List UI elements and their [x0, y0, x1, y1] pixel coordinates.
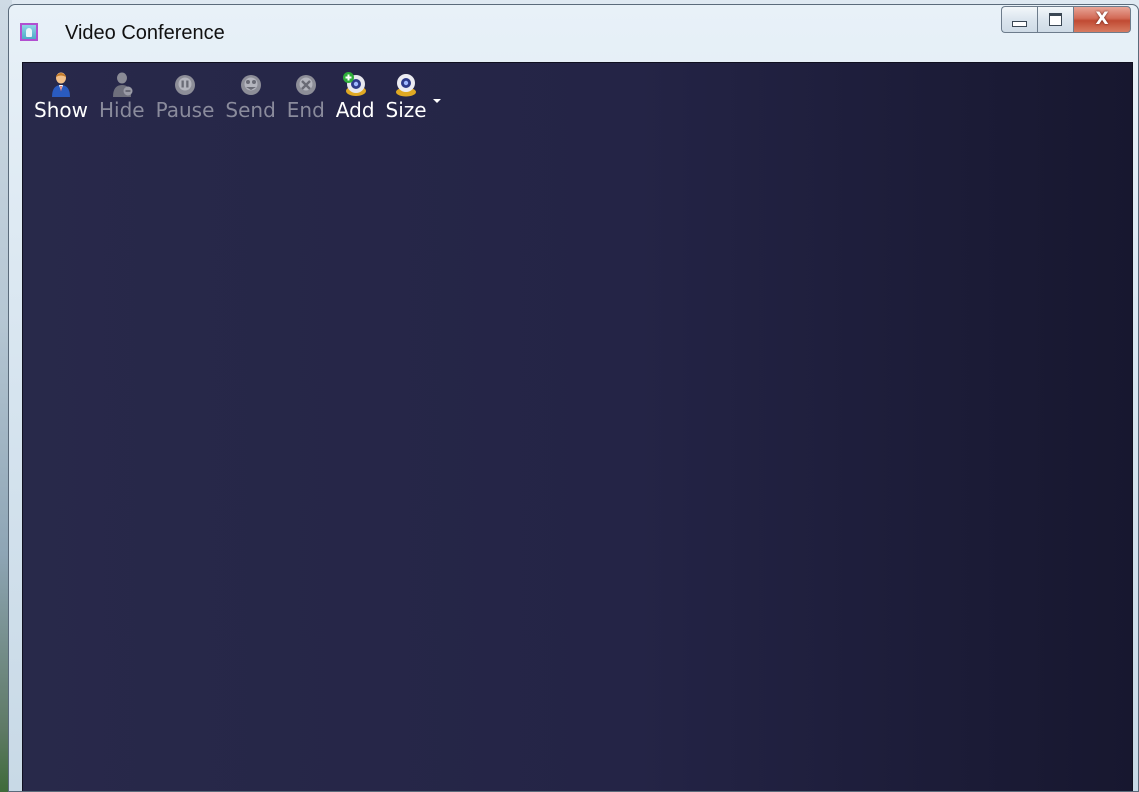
pause-label: Pause	[155, 98, 215, 122]
window-title: Video Conference	[65, 22, 225, 44]
pause-button[interactable]: Pause	[152, 69, 219, 122]
person-hide-icon	[109, 69, 135, 97]
minimize-button[interactable]	[1001, 6, 1037, 33]
video-area: Show Hide Pause Send End Add Size	[22, 62, 1133, 791]
close-icon: X	[1095, 9, 1109, 29]
maximize-icon	[1049, 13, 1062, 26]
add-label: Add	[335, 98, 375, 122]
video-conference-app-icon[interactable]	[20, 23, 38, 41]
add-contact-icon	[342, 69, 368, 97]
pause-icon	[172, 69, 198, 97]
send-button[interactable]: Send	[221, 69, 279, 122]
minimize-icon	[1012, 20, 1027, 27]
end-label: End	[286, 98, 325, 122]
size-label: Size	[385, 98, 427, 122]
add-button[interactable]: Add	[332, 69, 379, 122]
webcam-size-icon	[393, 69, 419, 97]
chevron-down-icon[interactable]	[432, 99, 441, 103]
end-call-icon	[293, 69, 319, 97]
end-button[interactable]: End	[283, 69, 329, 122]
caption-buttons: X	[1001, 6, 1131, 33]
send-label: Send	[225, 98, 276, 122]
video-conference-window: Video Conference X Show Hide Pause Send …	[8, 4, 1139, 792]
send-icon	[238, 69, 264, 97]
show-label: Show	[34, 98, 88, 122]
hide-button[interactable]: Hide	[95, 69, 149, 122]
size-button[interactable]: Size	[382, 69, 441, 122]
toolbar: Show Hide Pause Send End Add Size	[30, 69, 441, 122]
person-show-icon	[48, 69, 74, 97]
close-button[interactable]: X	[1073, 6, 1131, 33]
title-bar[interactable]: Video Conference X	[9, 5, 1138, 60]
show-button[interactable]: Show	[30, 69, 92, 122]
hide-label: Hide	[98, 98, 145, 122]
maximize-button[interactable]	[1037, 6, 1073, 33]
